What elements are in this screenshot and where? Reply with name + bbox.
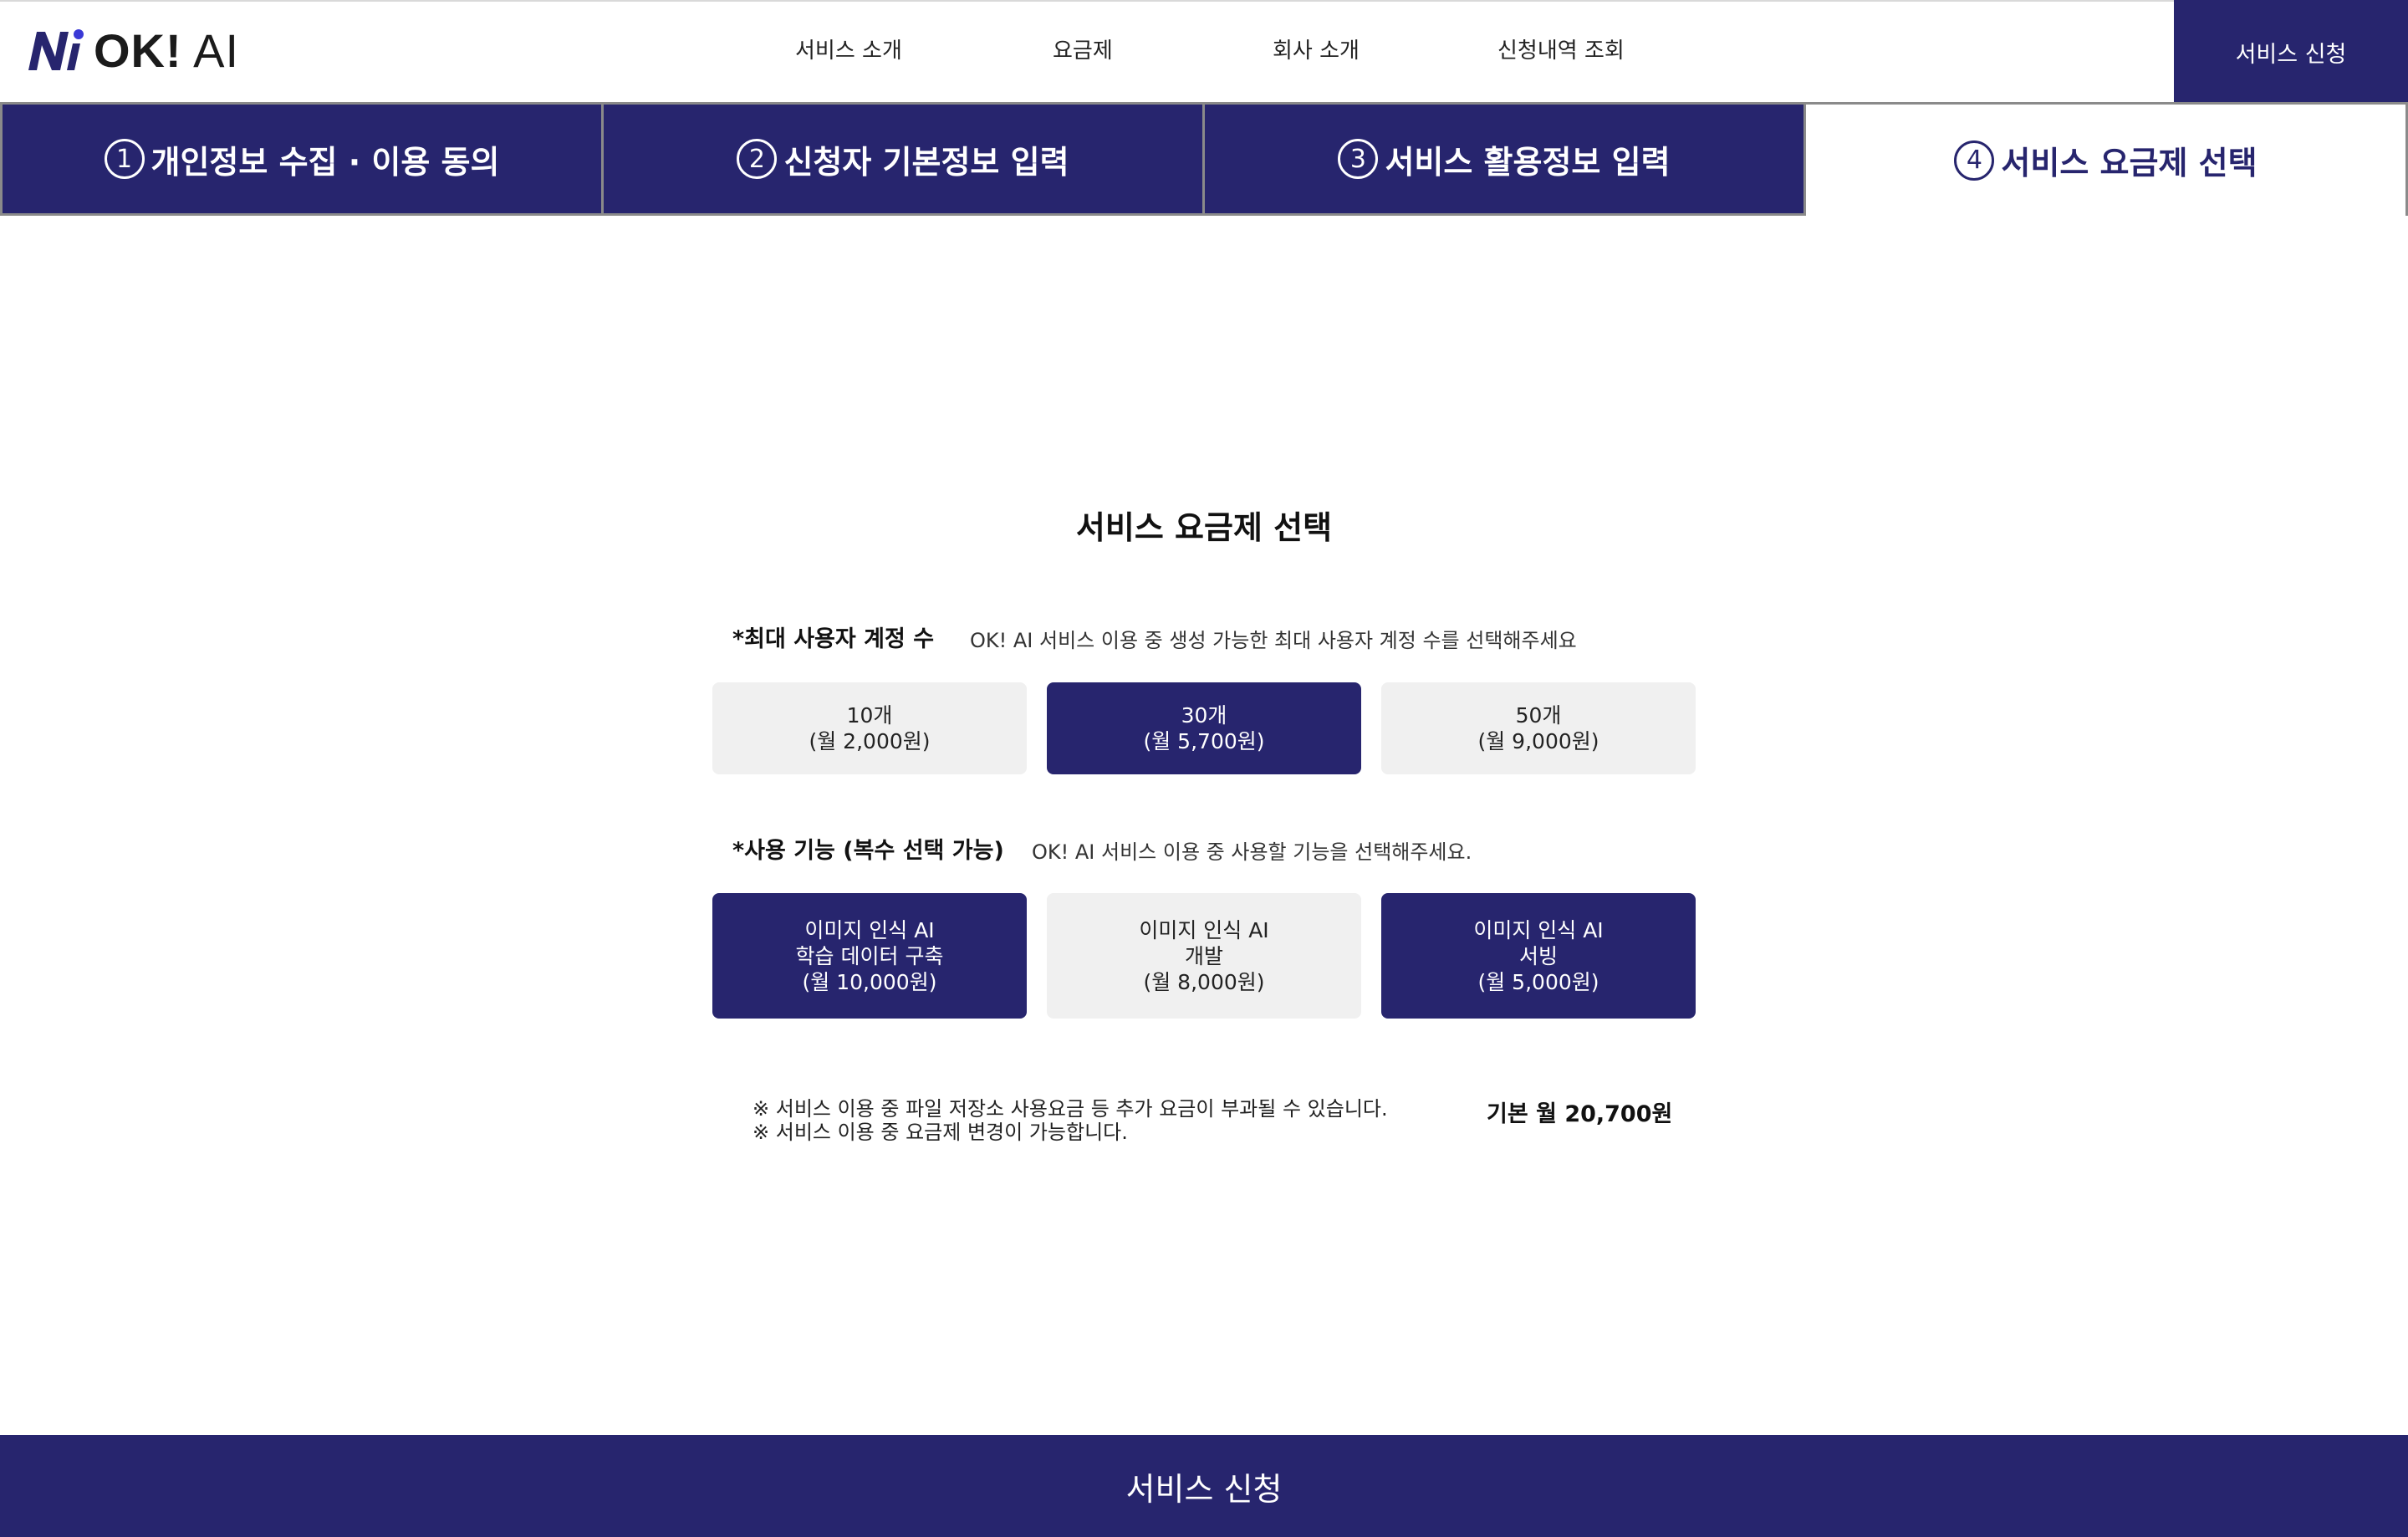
nav-item-service-intro[interactable]: 서비스 소개 [795, 33, 902, 64]
step-tab-service-usage-info[interactable]: 3 서비스 활용정보 입력 [1202, 102, 1806, 216]
option-line: 이미지 인식 AI [1473, 917, 1604, 942]
step-number-badge: 2 [737, 139, 778, 179]
option-line: 서빙 [1518, 943, 1558, 968]
accounts-description: OK! AI 서비스 이용 중 생성 가능한 최대 사용자 계정 수를 선택해주… [970, 629, 1577, 652]
feature-option-development[interactable]: 이미지 인식 AI 개발 (월 8,000원) [1047, 893, 1361, 1019]
step-number-badge: 1 [104, 139, 145, 179]
option-line: 50개 [1515, 703, 1562, 728]
total-price: 기본 월 20,700원 [1487, 1101, 1673, 1127]
account-option-50[interactable]: 50개 (월 9,000원) [1381, 682, 1696, 774]
step-label: 서비스 활용정보 입력 [1385, 143, 1671, 181]
account-option-30[interactable]: 30개 (월 5,700원) [1047, 682, 1361, 774]
option-price: (월 2,000원) [809, 729, 931, 753]
option-price: (월 5,700원) [1143, 729, 1265, 753]
option-price: (월 10,000원) [802, 969, 937, 994]
note-line: ※ 서비스 이용 중 파일 저장소 사용요금 등 추가 요금이 부과될 수 있습… [752, 1097, 1388, 1121]
option-line: 이미지 인식 AI [804, 917, 935, 942]
option-price: (월 8,000원) [1143, 969, 1265, 994]
feature-option-data-construction[interactable]: 이미지 인식 AI 학습 데이터 구축 (월 10,000원) [712, 893, 1027, 1019]
step-number-badge: 3 [1338, 139, 1379, 179]
option-price: (월 9,000원) [1477, 729, 1599, 753]
account-option-10[interactable]: 10개 (월 2,000원) [712, 682, 1027, 774]
nav-item-company-intro[interactable]: 회사 소개 [1273, 33, 1360, 64]
step-tab-applicant-info[interactable]: 2 신청자 기본정보 입력 [601, 102, 1205, 216]
option-line: 30개 [1181, 703, 1227, 728]
nav-item-application-history[interactable]: 신청내역 조회 [1497, 33, 1625, 64]
step-label: 서비스 요금제 선택 [2001, 145, 2258, 181]
feature-option-serving[interactable]: 이미지 인식 AI 서빙 (월 5,000원) [1381, 893, 1696, 1019]
features-label: *사용 기능 (복수 선택 가능) [732, 838, 1004, 864]
nav-item-pricing[interactable]: 요금제 [1053, 33, 1113, 64]
step-tab-privacy-consent[interactable]: 1 개인정보 수집 · 이용 동의 [0, 102, 604, 216]
step-tabs: 1 개인정보 수집 · 이용 동의 2 신청자 기본정보 입력 3 서비스 활용… [0, 102, 2408, 216]
option-line: 이미지 인식 AI [1139, 917, 1269, 942]
apply-service-button-bottom[interactable]: 서비스 신청 [0, 1435, 2408, 1537]
option-line: 학습 데이터 구축 [795, 943, 944, 968]
step-tab-plan-selection[interactable]: 4 서비스 요금제 선택 [1803, 102, 2408, 216]
step-label: 개인정보 수집 · 이용 동의 [150, 143, 500, 181]
features-description: OK! AI 서비스 이용 중 사용할 기능을 선택해주세요. [1032, 840, 1472, 864]
option-line: 10개 [846, 703, 893, 728]
pricing-notes: ※ 서비스 이용 중 파일 저장소 사용요금 등 추가 요금이 부과될 수 있습… [752, 1097, 1388, 1144]
top-nav: 서비스 소개 요금제 회사 소개 신청내역 조회 [0, 33, 2408, 70]
step-label: 신청자 기본정보 입력 [783, 143, 1069, 181]
step-number-badge: 4 [1954, 140, 1995, 181]
apply-service-button-top[interactable]: 서비스 신청 [2174, 0, 2408, 104]
option-price: (월 5,000원) [1477, 969, 1599, 994]
page-title: 서비스 요금제 선택 [1075, 509, 1333, 546]
option-line: 개발 [1184, 943, 1223, 968]
accounts-label: *최대 사용자 계정 수 [732, 626, 935, 652]
note-line: ※ 서비스 이용 중 요금제 변경이 가능합니다. [752, 1121, 1128, 1144]
header: OK! AI 서비스 소개 요금제 회사 소개 신청내역 조회 서비스 신청 [0, 0, 2408, 104]
